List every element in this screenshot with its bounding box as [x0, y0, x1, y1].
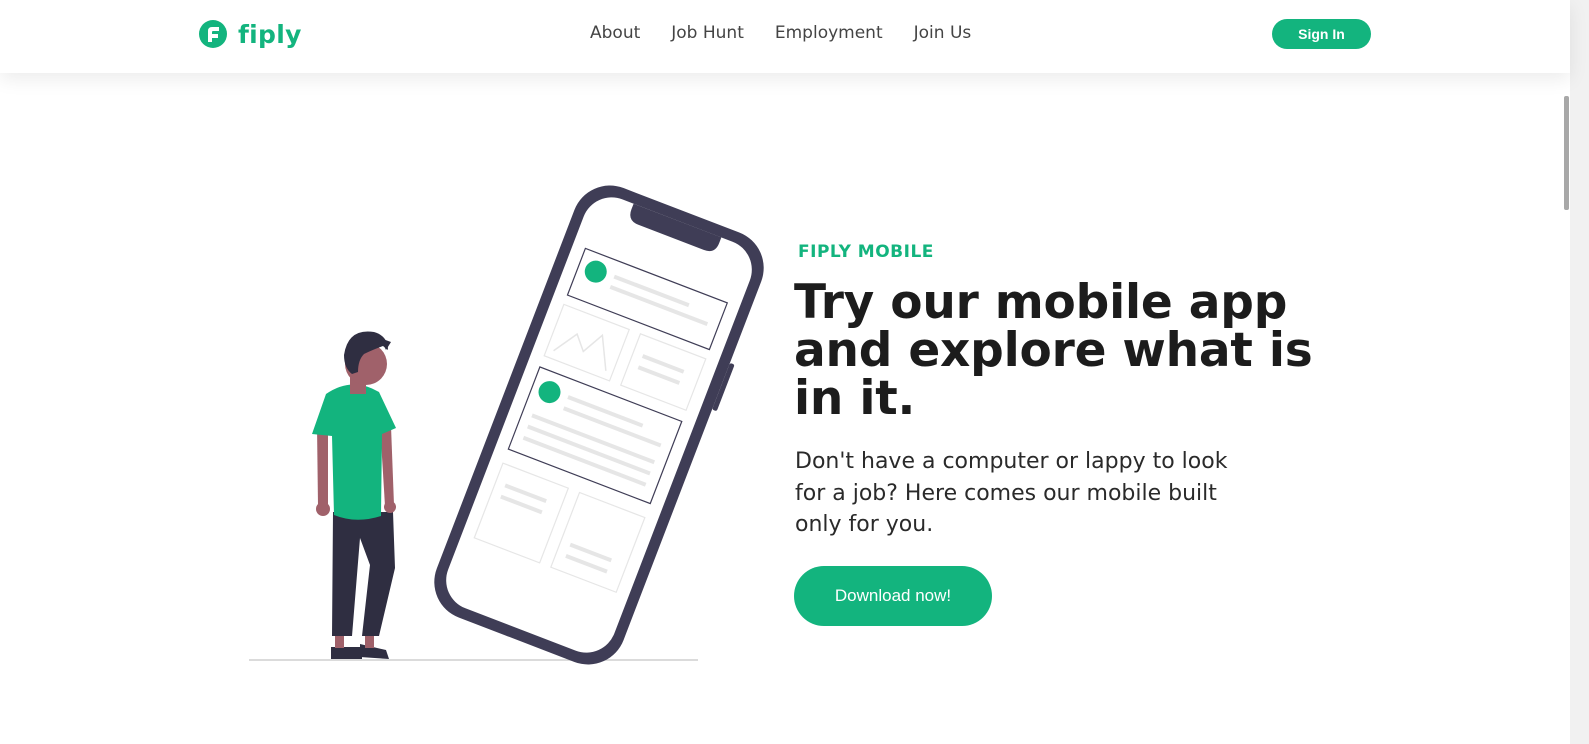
- page-scrollbar-track[interactable]: [1570, 0, 1589, 744]
- fiply-logo-icon: [199, 20, 227, 48]
- brand-logo[interactable]: fiply: [198, 17, 302, 51]
- nav-about[interactable]: About: [590, 22, 640, 44]
- nav-join-us[interactable]: Join Us: [914, 22, 972, 44]
- phone-graphic: [434, 185, 764, 665]
- hero-headline: Try our mobile app and explore what is i…: [794, 275, 1313, 426]
- page-scrollbar-thumb[interactable]: [1564, 96, 1569, 210]
- mobile-app-illustration: [249, 185, 764, 665]
- person-graphic: [312, 331, 396, 659]
- nav-employment[interactable]: Employment: [775, 22, 883, 44]
- brand-name: fiply: [238, 19, 302, 49]
- section-eyebrow: FIPLY MOBILE: [798, 242, 934, 262]
- sign-in-button[interactable]: Sign In: [1272, 19, 1371, 49]
- hero-description: Don't have a computer or lappy to look f…: [795, 449, 1228, 537]
- top-navigation-bar: fiply About Job Hunt Employment Join Us …: [0, 0, 1570, 73]
- download-now-button[interactable]: Download now!: [794, 566, 992, 626]
- main-nav: About Job Hunt Employment Join Us: [590, 22, 971, 44]
- nav-job-hunt[interactable]: Job Hunt: [671, 22, 744, 44]
